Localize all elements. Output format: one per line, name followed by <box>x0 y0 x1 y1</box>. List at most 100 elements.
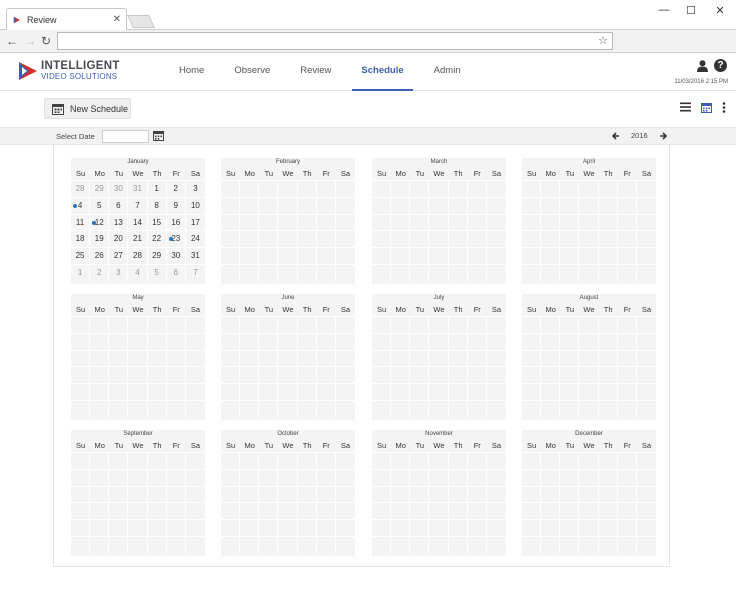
day-cell[interactable] <box>128 519 148 536</box>
day-cell[interactable] <box>90 316 110 333</box>
day-cell[interactable] <box>598 502 618 520</box>
day-cell[interactable] <box>522 332 542 350</box>
day-cell[interactable] <box>598 196 618 214</box>
day-cell[interactable] <box>636 230 656 247</box>
day-cell[interactable] <box>467 230 487 248</box>
day-cell[interactable] <box>522 230 542 248</box>
day-cell[interactable] <box>560 213 580 231</box>
day-cell[interactable] <box>410 349 430 367</box>
day-cell[interactable] <box>166 399 186 417</box>
day-cell[interactable] <box>90 502 110 520</box>
day-cell[interactable] <box>486 196 506 214</box>
day-cell[interactable]: 6 <box>166 263 186 281</box>
day-cell[interactable] <box>147 452 167 469</box>
day-cell[interactable] <box>71 535 91 553</box>
day-cell[interactable] <box>71 316 91 333</box>
day-cell[interactable] <box>429 485 449 503</box>
day-cell[interactable] <box>410 247 430 264</box>
day-cell[interactable] <box>335 247 355 264</box>
day-cell[interactable] <box>372 180 392 197</box>
day-cell[interactable] <box>185 535 205 553</box>
day-cell[interactable] <box>391 519 411 536</box>
day-cell[interactable] <box>372 468 392 486</box>
day-cell[interactable] <box>128 535 148 553</box>
day-cell[interactable] <box>316 247 336 264</box>
day-cell[interactable] <box>636 213 656 231</box>
more-options-icon[interactable] <box>722 102 726 113</box>
select-date-input[interactable] <box>102 130 149 143</box>
day-cell[interactable] <box>335 383 355 400</box>
day-cell[interactable] <box>221 316 241 333</box>
day-cell[interactable] <box>259 263 279 281</box>
day-cell[interactable] <box>372 213 392 231</box>
day-cell[interactable] <box>579 383 599 400</box>
day-cell[interactable] <box>109 349 129 367</box>
day-cell[interactable] <box>429 535 449 553</box>
day-cell[interactable] <box>467 468 487 486</box>
day-cell[interactable] <box>448 230 468 248</box>
day-cell[interactable] <box>486 349 506 367</box>
day-cell[interactable] <box>240 316 260 333</box>
day-cell[interactable] <box>166 519 186 536</box>
day-cell[interactable] <box>410 316 430 333</box>
day-cell[interactable] <box>109 332 129 350</box>
day-cell[interactable]: 5 <box>147 263 167 281</box>
day-cell[interactable]: 11 <box>71 213 91 231</box>
day-cell[interactable] <box>448 196 468 214</box>
day-cell[interactable] <box>240 332 260 350</box>
day-cell[interactable] <box>448 213 468 231</box>
day-cell[interactable] <box>259 366 279 384</box>
day-cell[interactable] <box>467 316 487 333</box>
day-cell[interactable] <box>391 349 411 367</box>
day-cell[interactable] <box>598 213 618 231</box>
day-cell[interactable] <box>335 519 355 536</box>
day-cell[interactable] <box>636 519 656 536</box>
day-cell[interactable] <box>240 263 260 281</box>
day-cell[interactable] <box>185 485 205 503</box>
browser-tab[interactable]: Review ✕ <box>6 8 127 30</box>
day-cell[interactable] <box>617 263 637 281</box>
day-cell[interactable] <box>278 180 298 197</box>
day-cell[interactable] <box>90 332 110 350</box>
day-cell[interactable] <box>522 399 542 417</box>
day-cell[interactable] <box>185 383 205 400</box>
day-cell[interactable] <box>335 349 355 367</box>
day-cell[interactable]: 14 <box>128 213 148 231</box>
day-cell[interactable] <box>467 535 487 553</box>
day-cell[interactable] <box>598 468 618 486</box>
day-cell[interactable] <box>541 230 561 248</box>
day-cell[interactable] <box>560 502 580 520</box>
day-cell[interactable] <box>372 316 392 333</box>
day-cell[interactable] <box>486 452 506 469</box>
day-cell[interactable] <box>259 452 279 469</box>
day-cell[interactable] <box>429 349 449 367</box>
day-cell[interactable] <box>636 196 656 214</box>
day-cell[interactable] <box>429 213 449 231</box>
day-cell[interactable] <box>522 366 542 384</box>
day-cell[interactable] <box>522 468 542 486</box>
day-cell[interactable] <box>316 263 336 281</box>
day-cell[interactable] <box>297 213 317 231</box>
day-cell[interactable] <box>541 519 561 536</box>
date-picker-icon[interactable] <box>153 130 164 141</box>
day-cell[interactable] <box>448 519 468 536</box>
day-cell[interactable] <box>71 502 91 520</box>
day-cell[interactable] <box>522 535 542 553</box>
day-cell[interactable]: 29 <box>90 180 110 197</box>
day-cell[interactable] <box>560 519 580 536</box>
forward-icon[interactable]: → <box>24 34 36 48</box>
day-cell[interactable] <box>147 502 167 520</box>
day-cell[interactable] <box>221 263 241 281</box>
day-cell[interactable] <box>259 383 279 400</box>
day-cell[interactable] <box>278 349 298 367</box>
day-cell[interactable] <box>297 332 317 350</box>
day-cell[interactable] <box>391 399 411 417</box>
day-cell[interactable] <box>560 316 580 333</box>
day-cell[interactable] <box>278 383 298 400</box>
day-cell[interactable] <box>147 383 167 400</box>
day-cell[interactable] <box>429 452 449 469</box>
day-cell[interactable] <box>617 535 637 553</box>
day-cell[interactable] <box>240 230 260 248</box>
day-cell[interactable] <box>166 468 186 486</box>
day-cell[interactable] <box>410 213 430 231</box>
